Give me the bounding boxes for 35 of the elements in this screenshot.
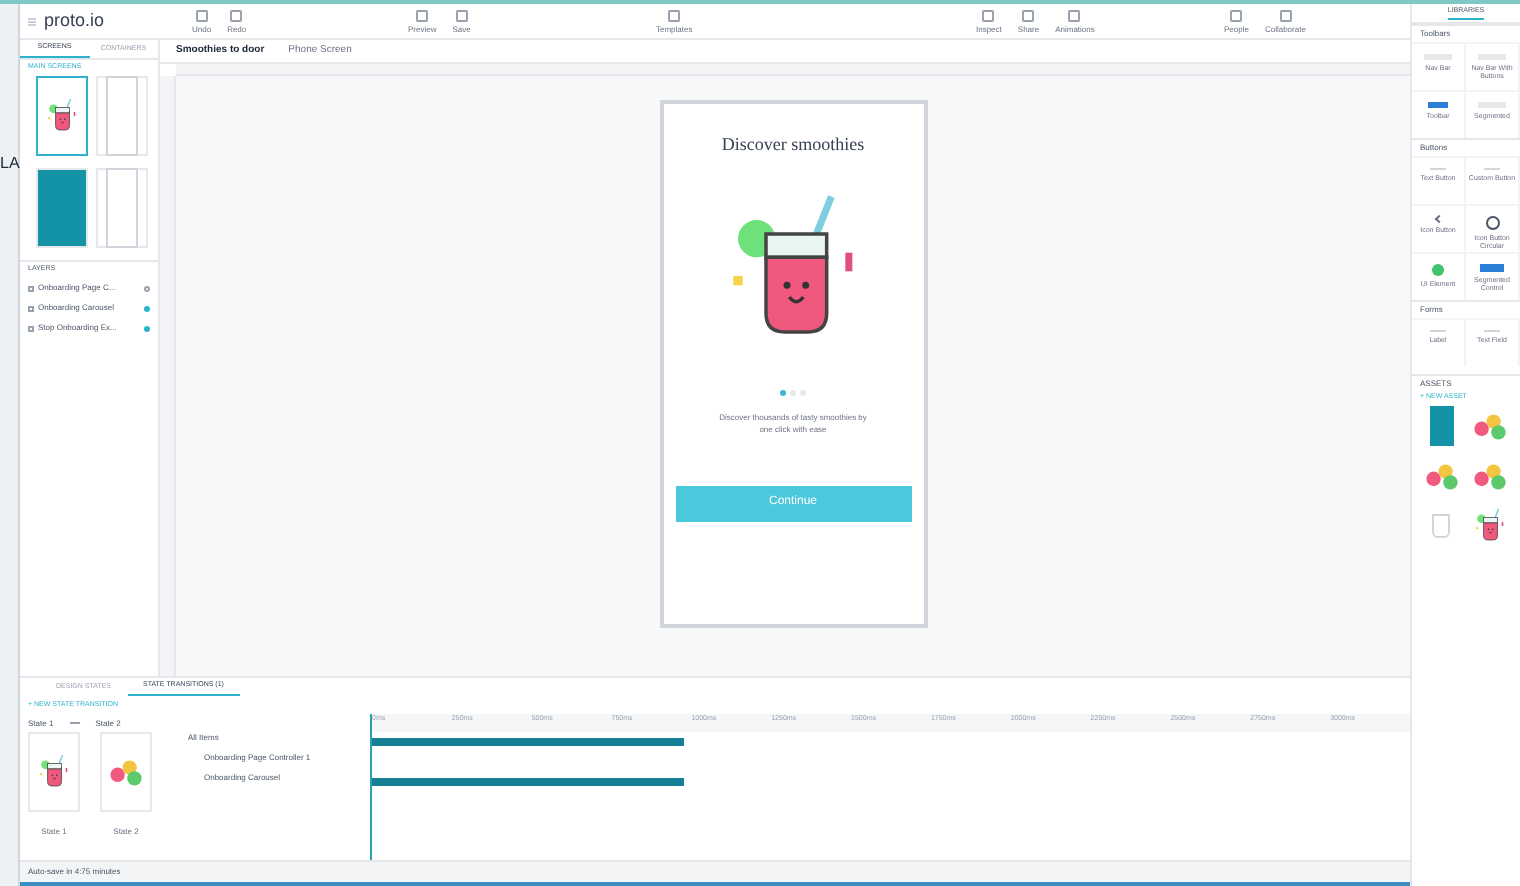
toolbar-icon: [982, 9, 995, 21]
fruit-drawing: [1472, 411, 1509, 441]
toolbar-icon: [1068, 9, 1081, 21]
toolbar-icon: [416, 9, 429, 21]
menu-icon[interactable]: [28, 17, 36, 25]
chevron-icon: [1433, 214, 1443, 224]
toolbar-icon: [668, 9, 681, 21]
screen-title: Discover smoothies: [721, 132, 865, 158]
wireframe-drawing: [105, 76, 137, 156]
toolbar-icon: [455, 9, 468, 21]
background-window: LA: [0, 4, 20, 886]
toolbar-icon: [1230, 9, 1243, 21]
phone-image: [1429, 406, 1454, 446]
fruit-drawing: [108, 757, 144, 787]
glass-icon: [1432, 514, 1451, 538]
thumbnail-drawing: [38, 754, 70, 790]
thumbnail-drawing: [46, 98, 78, 134]
wireframe-drawing: [105, 168, 137, 248]
fruit-drawing: [1472, 461, 1509, 491]
toolbar-icon: [195, 9, 208, 21]
fruit-drawing: [1423, 461, 1460, 491]
layer-icon: [28, 325, 34, 331]
toggle-icon: [1428, 102, 1448, 108]
toolbar-icon: [1279, 9, 1292, 21]
visibility-icon[interactable]: [144, 325, 150, 331]
layer-icon: [28, 305, 34, 311]
toolbar-icon: [230, 9, 243, 21]
screen-thumbnail[interactable]: [36, 76, 88, 156]
layer-icon: [28, 285, 34, 291]
smoothie-drawing: [1474, 508, 1507, 544]
visibility-icon[interactable]: [144, 285, 150, 291]
visibility-icon[interactable]: [144, 305, 150, 311]
app-logo[interactable]: proto.io: [44, 7, 184, 35]
segment-icon: [1480, 264, 1504, 272]
toolbar-icon: [1022, 9, 1035, 21]
